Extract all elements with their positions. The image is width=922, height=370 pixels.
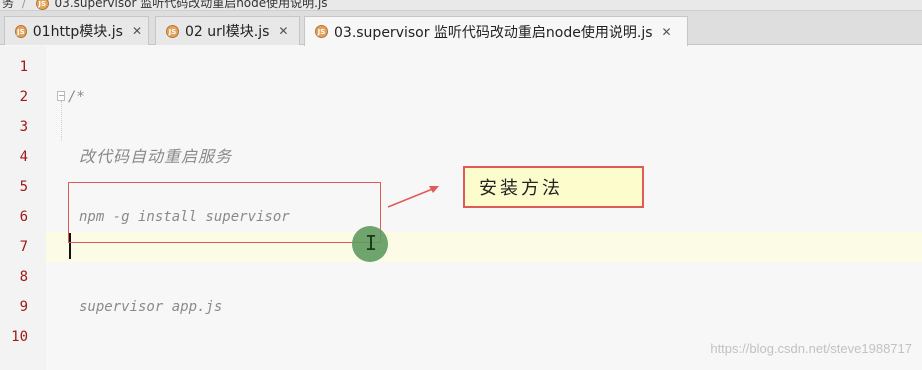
breadcrumb: 务 / JS 03.supervisor 监听代码改动重启node使用说明.js	[0, 0, 922, 11]
code-line-2[interactable]: /*	[68, 82, 85, 112]
close-icon[interactable]: ✕	[278, 24, 288, 38]
editor-tab-bar: JS 01http模块.js ✕ JS 02 url模块.js ✕ JS 03.…	[0, 11, 922, 46]
line-number: 2	[19, 89, 28, 105]
breadcrumb-file[interactable]: 03.supervisor 监听代码改动重启node使用说明.js	[55, 0, 328, 10]
ibeam-cursor-icon: I	[364, 231, 378, 255]
fold-toggle-icon[interactable]: −	[57, 91, 65, 101]
code-line-9[interactable]: supervisor app.js	[79, 292, 222, 322]
line-number: 6	[19, 209, 28, 225]
tab-label: 03.supervisor 监听代码改动重启node使用说明.js	[334, 24, 653, 41]
line-number: 3	[19, 119, 28, 135]
line-number: 4	[19, 149, 28, 165]
tab-02url[interactable]: JS 02 url模块.js ✕	[155, 16, 300, 45]
callout-text: 安装方法	[479, 178, 563, 199]
breadcrumb-separator: /	[21, 0, 26, 10]
fold-guide	[61, 101, 63, 141]
close-icon[interactable]: ✕	[662, 25, 672, 39]
line-number: 10	[11, 329, 28, 345]
close-icon[interactable]: ✕	[132, 24, 142, 38]
js-file-icon: JS	[315, 25, 328, 38]
line-number: 9	[19, 299, 28, 315]
tab-03supervisor[interactable]: JS 03.supervisor 监听代码改动重启node使用说明.js ✕	[304, 16, 688, 46]
line-number: 8	[19, 269, 28, 285]
js-file-icon: JS	[166, 24, 179, 38]
js-file-icon: JS	[35, 0, 49, 10]
annotation-highlight-box	[68, 182, 381, 243]
js-file-icon: JS	[15, 24, 27, 38]
tab-label: 02 url模块.js	[185, 24, 270, 40]
tab-01http[interactable]: JS 01http模块.js ✕	[4, 16, 149, 45]
watermark: https://blog.csdn.net/steve1988717	[710, 341, 912, 356]
breadcrumb-parent[interactable]: 务	[2, 0, 14, 10]
line-number: 7	[19, 239, 28, 255]
line-number: 5	[19, 179, 28, 195]
annotation-callout: 安装方法	[463, 166, 644, 208]
line-number: 1	[19, 59, 28, 75]
annotation-arrow-icon	[387, 186, 439, 208]
tab-label: 01http模块.js	[32, 24, 123, 40]
code-line-4[interactable]: 改代码自动重启服务	[79, 142, 232, 172]
